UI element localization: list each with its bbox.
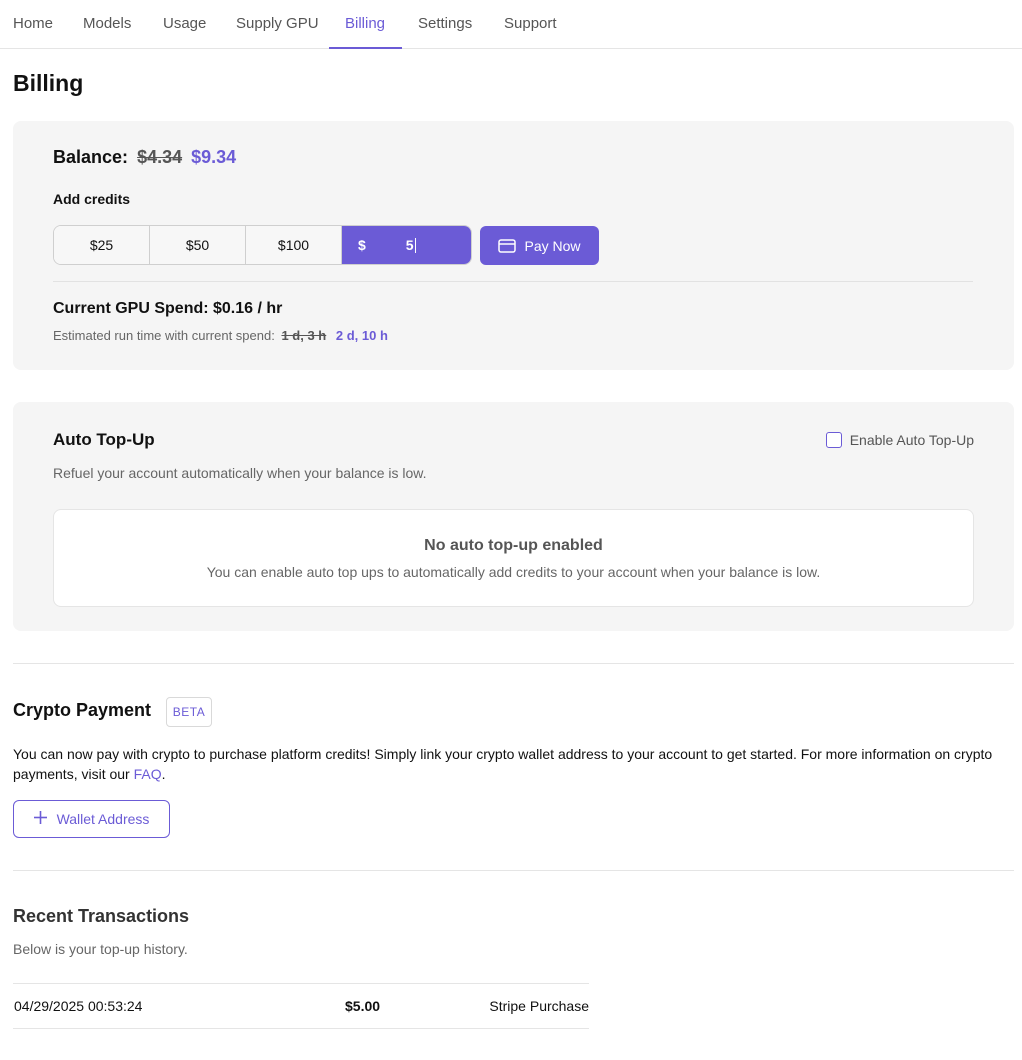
add-wallet-address-button[interactable]: Wallet Address bbox=[13, 800, 170, 838]
top-nav: Home Models Usage Supply GPU Billing Set… bbox=[0, 0, 1022, 49]
auto-topup-empty-state: No auto top-up enabled You can enable au… bbox=[53, 509, 974, 607]
auto-topup-checkbox-label: Enable Auto Top-Up bbox=[849, 432, 974, 448]
tab-models[interactable]: Models bbox=[83, 0, 131, 49]
auto-topup-checkbox[interactable] bbox=[825, 432, 842, 448]
transaction-type: Stripe Purchase bbox=[489, 998, 589, 1014]
estimate-label: Estimated run time with current spend: bbox=[53, 328, 275, 343]
credit-card-icon bbox=[498, 238, 517, 253]
auto-topup-title: Auto Top-Up bbox=[53, 430, 155, 449]
estimate-new-value: 2 d, 10 h bbox=[335, 328, 388, 343]
balance-old-value: $4.34 bbox=[137, 147, 183, 167]
section-divider bbox=[13, 663, 1014, 664]
recent-transactions-title: Recent Transactions bbox=[13, 906, 190, 926]
active-tab-indicator bbox=[329, 47, 402, 49]
tab-billing[interactable]: Billing bbox=[345, 0, 385, 49]
enable-auto-topup-toggle[interactable]: Enable Auto Top-Up bbox=[825, 432, 974, 448]
tab-home[interactable]: Home bbox=[13, 0, 53, 49]
balance-row: Balance: $4.34 $9.34 bbox=[53, 147, 236, 168]
crypto-payment-title: Crypto Payment bbox=[13, 700, 152, 720]
text-caret bbox=[414, 237, 416, 253]
custom-amount-input[interactable]: $ 5 bbox=[342, 226, 471, 264]
transaction-date: 04/29/2025 00:53:24 bbox=[14, 998, 143, 1014]
currency-prefix: $ bbox=[358, 237, 366, 253]
estimate-old-value: 1 d, 3 h bbox=[281, 328, 327, 343]
table-divider bbox=[13, 1028, 589, 1029]
empty-state-description: You can enable auto top ups to automatic… bbox=[206, 564, 821, 580]
pay-now-button[interactable]: Pay Now bbox=[480, 226, 599, 265]
balance-label: Balance: bbox=[53, 147, 129, 167]
balance-card: Balance: $4.34 $9.34 Add credits $25 $50… bbox=[13, 121, 1014, 370]
add-credits-label: Add credits bbox=[53, 191, 131, 207]
tab-supply-gpu[interactable]: Supply GPU bbox=[236, 0, 319, 49]
pay-now-label: Pay Now bbox=[524, 237, 581, 254]
custom-amount-value: 5 bbox=[405, 237, 414, 253]
gpu-spend-label: Current GPU Spend: $0.16 / hr bbox=[53, 300, 283, 317]
divider bbox=[53, 281, 973, 282]
credit-option-25[interactable]: $25 bbox=[54, 226, 150, 264]
auto-topup-card: Auto Top-Up Enable Auto Top-Up Refuel yo… bbox=[13, 402, 1014, 631]
tab-usage[interactable]: Usage bbox=[163, 0, 206, 49]
faq-link[interactable]: FAQ bbox=[134, 766, 162, 782]
wallet-address-label: Wallet Address bbox=[56, 811, 150, 827]
credit-amount-group: $25 $50 $100 $ 5 bbox=[53, 225, 472, 265]
section-divider bbox=[13, 870, 1014, 871]
tab-support[interactable]: Support bbox=[504, 0, 557, 49]
plus-icon bbox=[33, 811, 47, 827]
transactions-description: Below is your top-up history. bbox=[13, 941, 188, 957]
beta-badge: BETA bbox=[166, 697, 212, 727]
tab-settings[interactable]: Settings bbox=[418, 0, 472, 49]
table-row: 04/29/2025 00:53:24 $5.00 Stripe Purchas… bbox=[13, 984, 589, 1028]
credit-option-100[interactable]: $100 bbox=[246, 226, 342, 264]
auto-topup-description: Refuel your account automatically when y… bbox=[53, 465, 427, 481]
transaction-amount: $5.00 bbox=[345, 998, 381, 1014]
page-title: Billing bbox=[13, 70, 84, 96]
balance-new-value: $9.34 bbox=[191, 147, 237, 167]
credit-option-50[interactable]: $50 bbox=[150, 226, 246, 264]
crypto-description-end: . bbox=[161, 766, 166, 782]
crypto-description: You can now pay with crypto to purchase … bbox=[13, 744, 1013, 784]
estimated-runtime: Estimated run time with current spend: 1… bbox=[53, 328, 388, 343]
empty-state-title: No auto top-up enabled bbox=[424, 537, 603, 554]
